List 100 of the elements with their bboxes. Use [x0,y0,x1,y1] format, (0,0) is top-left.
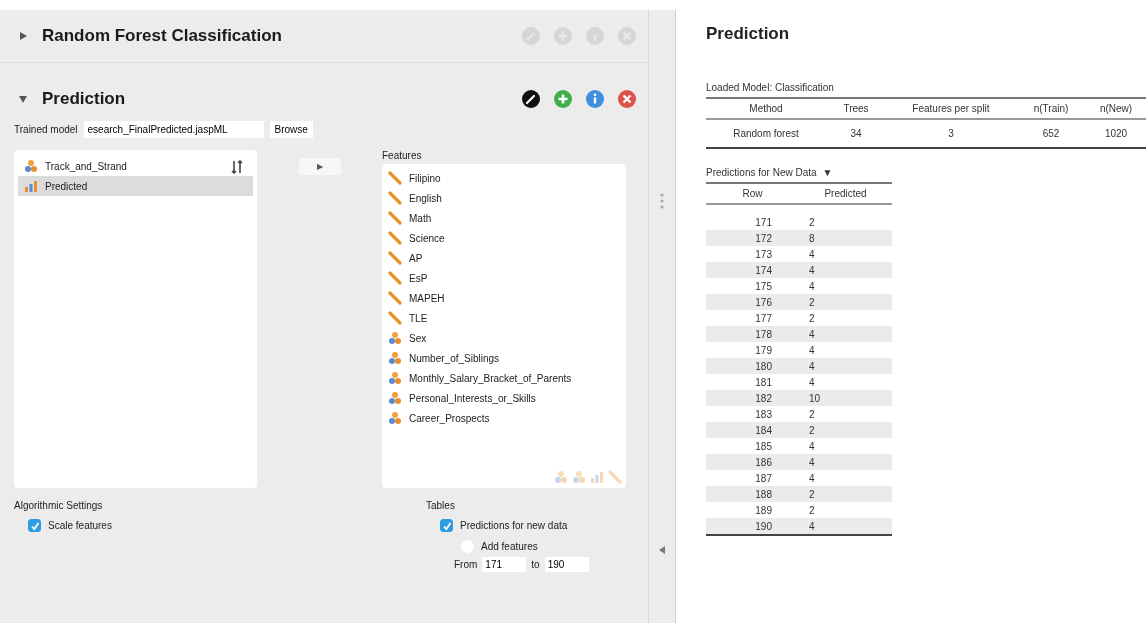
ruler-icon [608,470,622,484]
table-cell: 2 [799,502,892,518]
expand-toggle-icon[interactable] [18,31,28,41]
to-field[interactable]: 190 [544,557,589,572]
checkbox-option[interactable]: Scale features [28,519,426,532]
column-header: Trees [826,98,886,119]
variable-item[interactable]: Track_and_Strand [18,156,253,176]
checkbox-option[interactable]: Predictions for new data [440,519,626,532]
browse-button[interactable]: Browse [269,121,313,138]
sort-icon[interactable] [231,160,243,174]
table-cell: 173 [706,246,799,262]
group-title: Algorithmic Settings [14,500,104,511]
table-cell: 171 [706,204,799,230]
circles-icon [24,159,38,173]
feature-item[interactable]: Number_of_Siblings [382,348,626,368]
table-cell: 34 [826,119,886,148]
feature-item[interactable]: EsP [382,268,626,288]
move-button[interactable]: ▶ [298,158,341,175]
section-title[interactable]: Prediction [42,89,508,109]
circles-icon [388,351,402,365]
bar-chart-icon [24,179,38,193]
table-cell: 177 [706,310,799,326]
section-title[interactable]: Random Forest Classification [42,26,508,46]
from-field[interactable]: 171 [482,557,527,572]
table-cell: 175 [706,278,799,294]
field-label: From [454,559,478,570]
plus-icon[interactable] [554,90,572,108]
collapse-arrow-icon[interactable] [659,546,665,554]
table-cell: 188 [706,486,799,502]
column-header: n(Train) [1016,98,1086,119]
column-header: Predicted [799,183,892,204]
table-cell: 174 [706,262,799,278]
feature-item[interactable]: Sex [382,328,626,348]
feature-item[interactable]: Personal_Interests_or_Skills [382,388,626,408]
feature-item[interactable]: Filipino [382,168,626,188]
ruler-icon [388,271,402,285]
table-cell: Random forest [706,119,826,148]
feature-item[interactable]: Math [382,208,626,228]
table-cell: 4 [799,246,892,262]
feature-item[interactable]: Science [382,228,626,248]
table-cell: 4 [799,326,892,342]
radio-option[interactable]: Add features [461,540,626,553]
column-header: Row [706,183,799,204]
table-cell: 179 [706,342,799,358]
ruler-icon [388,211,402,225]
table-cell: 4 [799,374,892,390]
ruler-icon [388,311,402,325]
table-cell: 4 [799,342,892,358]
model-file-field[interactable]: esearch_FinalPredicted.jaspML [83,121,264,138]
checkmark-icon [441,520,452,531]
ruler-icon [388,291,402,305]
ruler-icon [388,191,402,205]
table-cell: 2 [799,294,892,310]
feature-item[interactable]: TLE [382,308,626,328]
table-cell: 8 [799,230,892,246]
table-cell: 186 [706,454,799,470]
field-label: Trained model [14,124,78,135]
list-label: Features [382,150,423,163]
feature-item[interactable]: Career_Prospects [382,408,626,428]
expand-toggle-icon[interactable] [18,94,28,104]
circles-icon [572,470,586,484]
results-title: Prediction [706,24,791,44]
table-cell: 3 [886,119,1016,148]
table-cell: 189 [706,502,799,518]
table-cell: 176 [706,294,799,310]
feature-item[interactable]: Monthly_Salary_Bracket_of_Parents [382,368,626,388]
column-header: n(New) [1086,98,1146,119]
table-cell: 2 [799,486,892,502]
ruler-icon [388,251,402,265]
info-icon[interactable] [586,90,604,108]
circles-icon [388,411,402,425]
drag-handle-icon[interactable] [660,192,664,210]
feature-item[interactable]: English [382,188,626,208]
feature-item[interactable]: MAPEH [382,288,626,308]
table-cell: 2 [799,310,892,326]
checkmark-icon [29,520,40,531]
circles-icon [388,331,402,345]
bar-chart-icon [590,470,604,484]
column-header: Method [706,98,826,119]
table-cell: 185 [706,438,799,454]
table-cell: 2 [799,204,892,230]
table-cell: 10 [799,390,892,406]
table-cell: 190 [706,518,799,535]
ruler-icon [388,231,402,245]
feature-item[interactable]: AP [382,248,626,268]
pencil-icon[interactable] [522,90,540,108]
variable-item[interactable]: Predicted [18,176,253,196]
dropdown-toggle[interactable]: ▼ [822,167,833,178]
table-cell: 184 [706,422,799,438]
table-cell: 4 [799,518,892,535]
table-caption: Predictions for New Data [706,167,817,178]
ruler-icon [388,171,402,185]
table-cell: 4 [799,438,892,454]
table-cell: 4 [799,278,892,294]
table-cell: 187 [706,470,799,486]
table-cell: 4 [799,358,892,374]
group-title: Tables [426,500,456,511]
table-cell: 182 [706,390,799,406]
close-icon[interactable] [618,90,636,108]
circles-icon [388,371,402,385]
